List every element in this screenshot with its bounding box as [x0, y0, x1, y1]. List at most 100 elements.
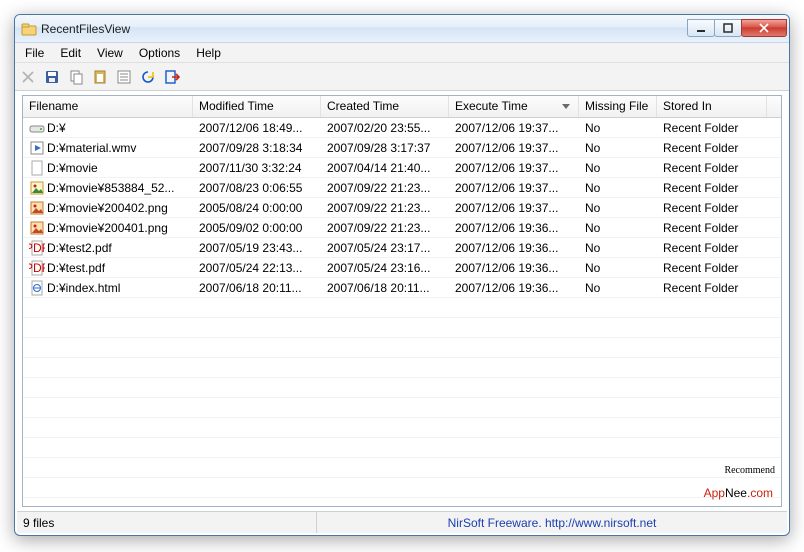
table-row[interactable]: D:¥material.wmv2007/09/28 3:18:342007/09… [23, 138, 781, 158]
file-icon: PDF [29, 260, 45, 276]
cell-stored: Recent Folder [657, 121, 767, 135]
cell-modified: 2007/05/19 23:43... [193, 241, 321, 255]
cell-filename: D:¥index.html [23, 280, 193, 296]
cell-modified: 2007/06/18 20:11... [193, 281, 321, 295]
col-missing[interactable]: Missing File [579, 96, 657, 117]
table-row[interactable]: D:¥movie¥200401.png2005/09/02 0:00:00200… [23, 218, 781, 238]
file-icon [29, 120, 45, 136]
cell-stored: Recent Folder [657, 281, 767, 295]
paste-icon[interactable] [91, 68, 109, 86]
exit-icon[interactable] [163, 68, 181, 86]
toolbar [15, 63, 789, 91]
copy-icon[interactable] [67, 68, 85, 86]
cell-filename: D:¥material.wmv [23, 140, 193, 156]
col-stored[interactable]: Stored In [657, 96, 767, 117]
cell-stored: Recent Folder [657, 161, 767, 175]
col-created[interactable]: Created Time [321, 96, 449, 117]
minimize-button[interactable] [687, 19, 715, 37]
maximize-button[interactable] [714, 19, 742, 37]
cell-filename-text: D:¥movie¥200401.png [47, 221, 168, 235]
cell-stored: Recent Folder [657, 241, 767, 255]
table-row[interactable]: PDFD:¥test.pdf2007/05/24 22:13...2007/05… [23, 258, 781, 278]
cell-execute: 2007/12/06 19:37... [449, 161, 579, 175]
svg-text:PDF: PDF [29, 261, 45, 275]
cell-missing: No [579, 261, 657, 275]
cell-created: 2007/06/18 20:11... [321, 281, 449, 295]
refresh-icon[interactable] [139, 68, 157, 86]
app-window: RecentFilesView File Edit View Options H… [14, 14, 790, 536]
cell-execute: 2007/12/06 19:37... [449, 181, 579, 195]
cell-created: 2007/09/22 21:23... [321, 201, 449, 215]
delete-icon[interactable] [19, 68, 37, 86]
svg-text:PDF: PDF [29, 241, 45, 255]
file-icon [29, 180, 45, 196]
cell-filename: PDFD:¥test2.pdf [23, 240, 193, 256]
titlebar[interactable]: RecentFilesView [15, 15, 789, 43]
cell-execute: 2007/12/06 19:36... [449, 281, 579, 295]
cell-created: 2007/05/24 23:17... [321, 241, 449, 255]
cell-execute: 2007/12/06 19:36... [449, 221, 579, 235]
col-modified[interactable]: Modified Time [193, 96, 321, 117]
cell-stored: Recent Folder [657, 201, 767, 215]
cell-created: 2007/09/22 21:23... [321, 181, 449, 195]
cell-missing: No [579, 181, 657, 195]
menu-file[interactable]: File [17, 44, 52, 62]
cell-modified: 2007/12/06 18:49... [193, 121, 321, 135]
cell-filename: D:¥movie [23, 160, 193, 176]
cell-modified: 2005/09/02 0:00:00 [193, 221, 321, 235]
file-icon [29, 140, 45, 156]
sort-desc-icon [562, 104, 570, 109]
listview-body: D:¥2007/12/06 18:49...2007/02/20 23:55..… [23, 118, 781, 506]
menubar: File Edit View Options Help [15, 43, 789, 63]
menu-options[interactable]: Options [131, 44, 188, 62]
cell-stored: Recent Folder [657, 261, 767, 275]
cell-missing: No [579, 241, 657, 255]
menu-view[interactable]: View [89, 44, 131, 62]
file-icon: PDF [29, 240, 45, 256]
cell-created: 2007/09/28 3:17:37 [321, 141, 449, 155]
cell-filename: D:¥movie¥200401.png [23, 220, 193, 236]
cell-stored: Recent Folder [657, 221, 767, 235]
col-execute[interactable]: Execute Time [449, 96, 579, 117]
menu-edit[interactable]: Edit [52, 44, 89, 62]
menu-help[interactable]: Help [188, 44, 229, 62]
cell-filename-text: D:¥ [47, 121, 66, 135]
cell-created: 2007/09/22 21:23... [321, 221, 449, 235]
cell-stored: Recent Folder [657, 181, 767, 195]
cell-execute: 2007/12/06 19:37... [449, 201, 579, 215]
col-filename[interactable]: Filename [23, 96, 193, 117]
table-row[interactable]: D:¥index.html 2007/06/18 20:11...2007/06/… [23, 278, 781, 298]
file-icon [29, 220, 45, 236]
cell-filename: D:¥movie¥853884_52... [23, 180, 193, 196]
cell-created: 2007/05/24 23:16... [321, 261, 449, 275]
status-credit[interactable]: NirSoft Freeware. http://www.nirsoft.net [317, 516, 787, 530]
watermark: Recommend AppNee.com [704, 471, 773, 505]
cell-execute: 2007/12/06 19:37... [449, 141, 579, 155]
table-row[interactable]: D:¥movie¥200402.png2005/08/24 0:00:00200… [23, 198, 781, 218]
cell-stored: Recent Folder [657, 141, 767, 155]
table-row[interactable]: D:¥movie¥853884_52...2007/08/23 0:06:552… [23, 178, 781, 198]
cell-execute: 2007/12/06 19:37... [449, 121, 579, 135]
listview[interactable]: Filename Modified Time Created Time Exec… [22, 95, 782, 507]
cell-execute: 2007/12/06 19:36... [449, 261, 579, 275]
column-header: Filename Modified Time Created Time Exec… [23, 96, 781, 118]
cell-missing: No [579, 121, 657, 135]
cell-missing: No [579, 141, 657, 155]
cell-filename-text: D:¥movie¥200402.png [47, 201, 168, 215]
cell-filename: PDFD:¥test.pdf [23, 260, 193, 276]
cell-missing: No [579, 281, 657, 295]
cell-filename-text: D:¥test2.pdf [47, 241, 112, 255]
cell-filename-text: D:¥test.pdf [47, 261, 105, 275]
col-execute-label: Execute Time [455, 99, 528, 113]
table-row[interactable]: D:¥movie2007/11/30 3:32:242007/04/14 21:… [23, 158, 781, 178]
cell-filename-text: D:¥movie [47, 161, 98, 175]
properties-icon[interactable] [115, 68, 133, 86]
close-button[interactable] [741, 19, 787, 37]
save-icon[interactable] [43, 68, 61, 86]
window-title: RecentFilesView [41, 22, 130, 36]
table-row[interactable]: D:¥2007/12/06 18:49...2007/02/20 23:55..… [23, 118, 781, 138]
cell-filename-text: D:¥index.html [47, 281, 120, 295]
cell-modified: 2007/05/24 22:13... [193, 261, 321, 275]
cell-missing: No [579, 161, 657, 175]
table-row[interactable]: PDFD:¥test2.pdf2007/05/19 23:43...2007/0… [23, 238, 781, 258]
